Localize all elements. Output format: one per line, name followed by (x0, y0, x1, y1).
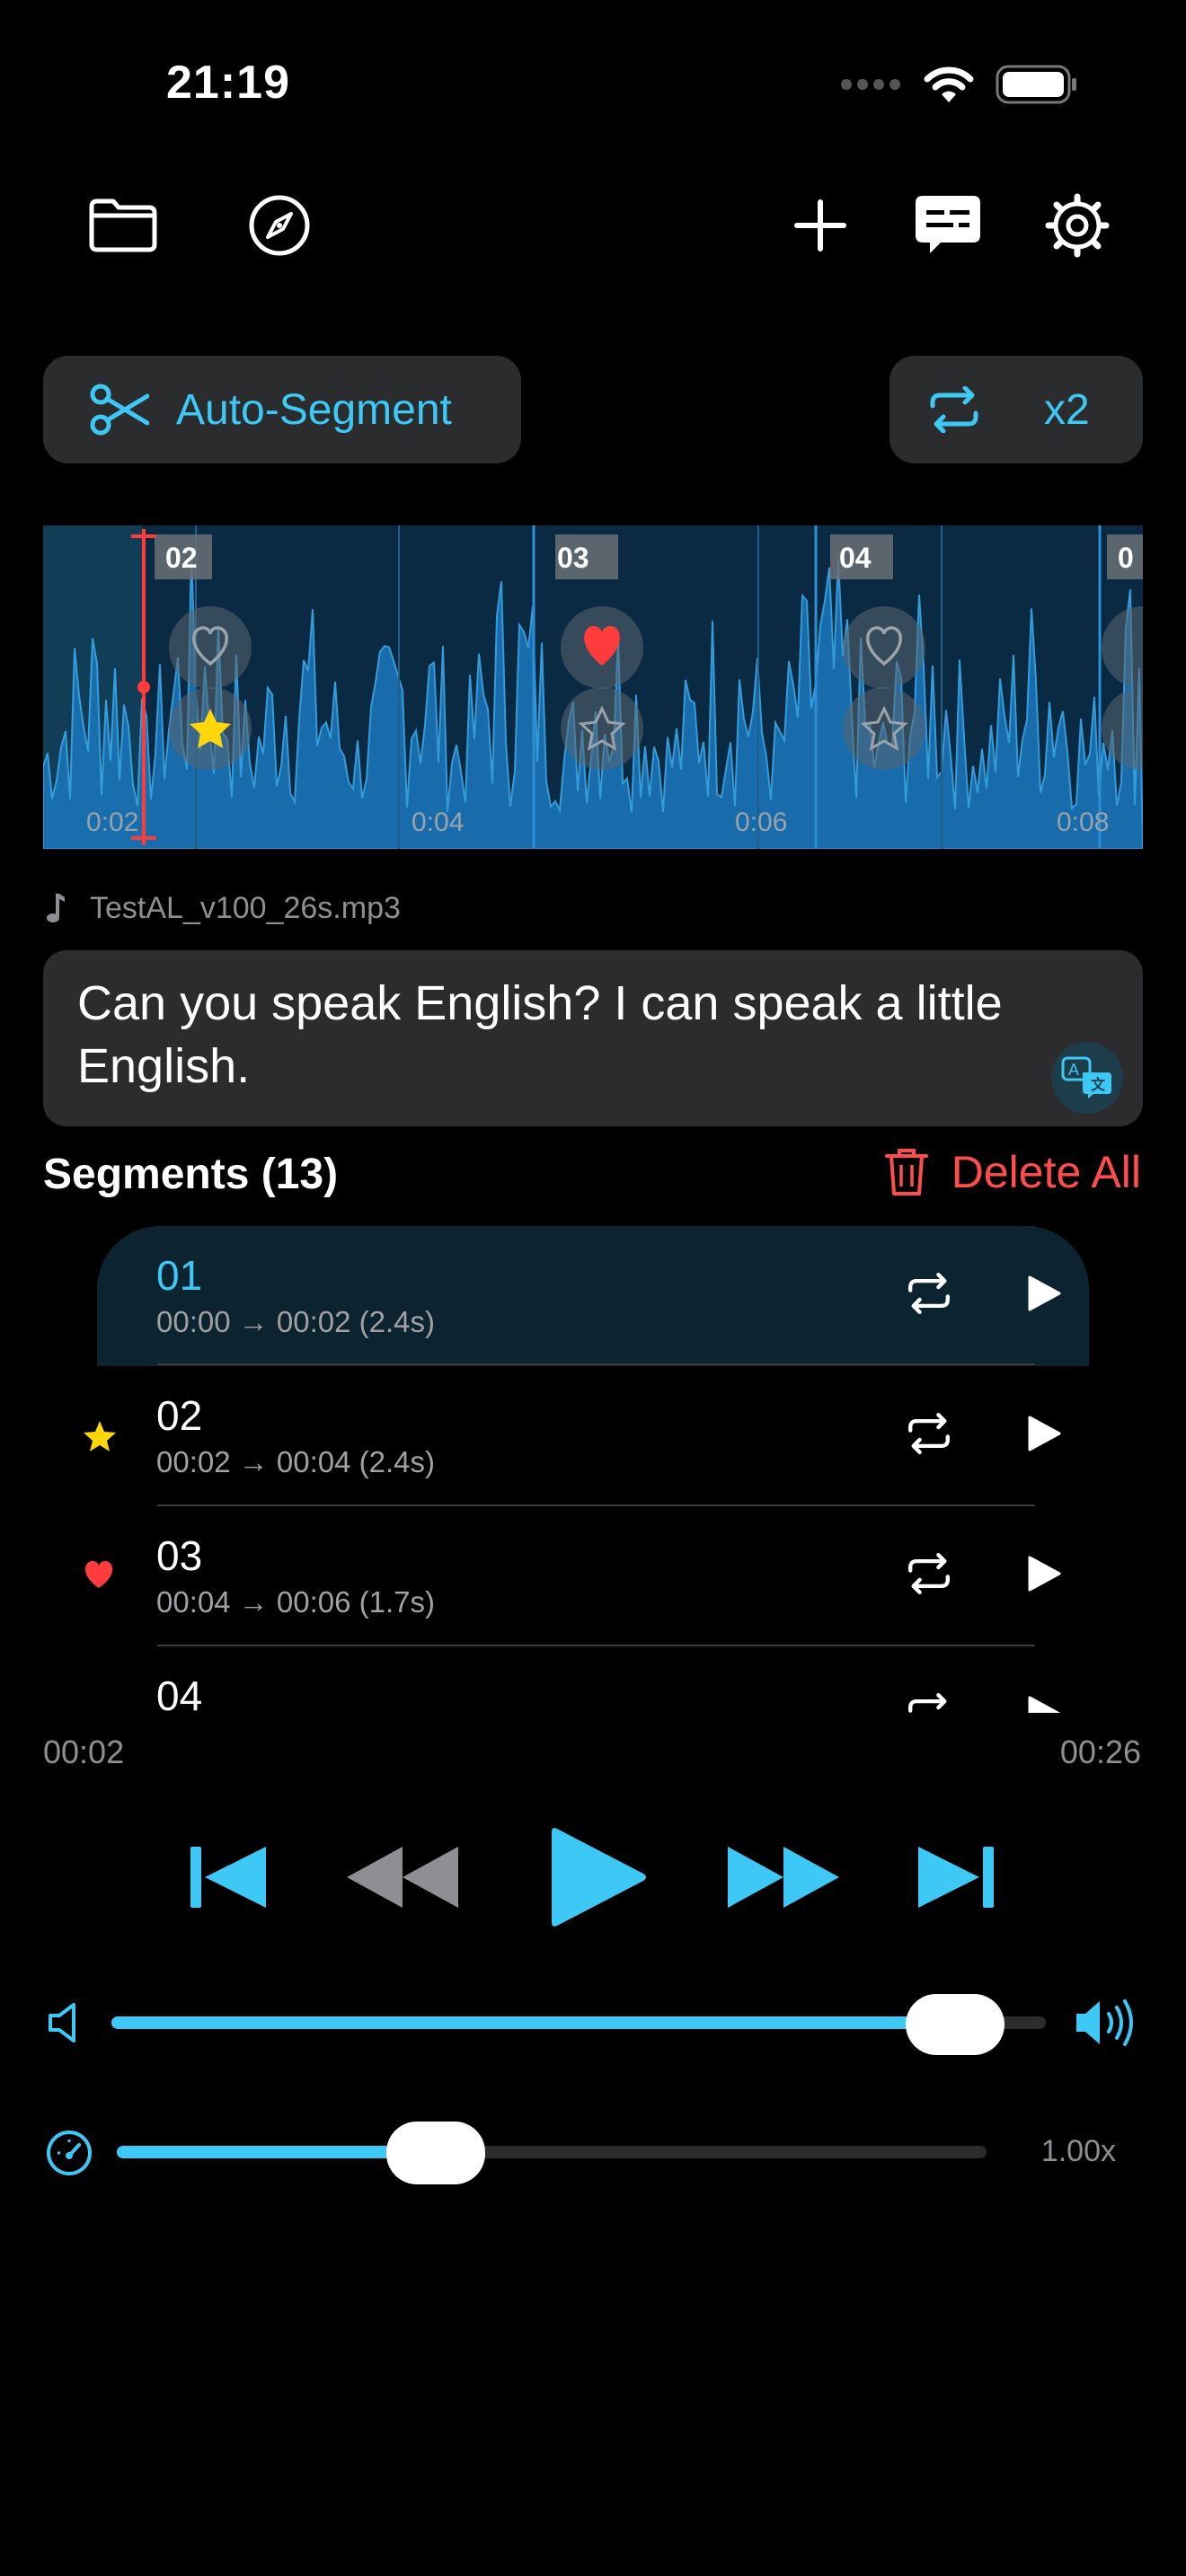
play-button[interactable] (548, 1823, 649, 1931)
heart-toggle-04[interactable] (843, 606, 925, 689)
fast-forward-button[interactable] (724, 1841, 843, 1913)
segment-range: 00:02 → 00:04 (2.4s) (156, 1445, 436, 1478)
cellular-dots-icon (841, 79, 900, 90)
segment-title: 01 (156, 1252, 203, 1299)
star-toggle-03[interactable] (561, 687, 643, 770)
subtitles-icon (916, 196, 980, 253)
translate-button[interactable]: A 文 (1051, 1042, 1123, 1114)
segment-badge-label: 02 (165, 542, 198, 574)
status-time: 21:19 (166, 57, 290, 109)
auto-segment-button[interactable]: Auto-Segment (43, 356, 521, 463)
volume-fill (111, 2016, 955, 2029)
segments-header: Segments (13) (43, 1151, 339, 1198)
loop-segment-icon[interactable] (906, 1413, 952, 1454)
waveform-time-label: 0:06 (735, 807, 787, 837)
segment-range: 00:00 → 00:02 (2.4s) (156, 1305, 436, 1338)
volume-thumb[interactable] (905, 1994, 1005, 2055)
play-segment-icon[interactable] (1026, 1415, 1062, 1452)
settings-button[interactable] (1037, 185, 1118, 266)
segment-row[interactable]: 02 00:02 → 00:04 (2.4s) (84, 1366, 1089, 1506)
volume-low-icon (49, 2003, 75, 2042)
waveform-view[interactable]: 02 03 04 0 0:02 0:04 0:06 0:08 (43, 525, 1143, 849)
rewind-button[interactable] (343, 1841, 462, 1913)
speed-slider[interactable] (117, 2116, 987, 2188)
plus-icon (794, 199, 846, 251)
volume-slider[interactable] (111, 1987, 1046, 2059)
skip-to-start-icon (190, 1847, 266, 1908)
trash-icon (884, 1149, 928, 1195)
star-toggle-02[interactable] (169, 687, 252, 770)
segment-title: 02 (156, 1392, 203, 1439)
file-name: TestAL_v100_26s.mp3 (90, 891, 401, 925)
settings-icon (1045, 193, 1110, 258)
segment-row[interactable]: 03 00:04 → 00:06 (1.7s) (84, 1506, 1089, 1646)
segment-range: 00:04 → 00:06 (1.7s) (156, 1585, 436, 1619)
segment-list[interactable]: 01 00:00 → 00:02 (2.4s) 02 00:02 → 00:04… (0, 1226, 1186, 1713)
skip-to-end-icon (918, 1847, 994, 1908)
auto-segment-label: Auto-Segment (176, 385, 452, 434)
loop-segment-icon[interactable] (906, 1273, 952, 1314)
translate-icon: A 文 (1061, 1056, 1111, 1098)
subtitles-button[interactable] (907, 185, 988, 266)
music-note-icon (47, 894, 65, 922)
heart-toggle-02[interactable] (169, 606, 252, 689)
transcript-box: Can you speak English? I can speak a lit… (43, 950, 1143, 1126)
play-segment-icon[interactable] (1026, 1555, 1062, 1592)
play-icon (552, 1828, 646, 1927)
repeat-count-button[interactable]: x2 (890, 356, 1143, 463)
segment-badge-label: 04 (839, 542, 872, 574)
waveform-graphic: 02 03 04 0 0:02 0:04 0:06 0:08 (43, 525, 1143, 849)
delete-all-button[interactable]: Delete All (884, 1146, 1141, 1198)
folder-button[interactable] (83, 185, 164, 266)
volume-high-icon (1076, 1999, 1133, 2046)
loop-segment-icon[interactable] (906, 1693, 952, 1713)
segment-badge-label: 03 (557, 542, 589, 574)
compass-button[interactable] (239, 185, 320, 266)
delete-all-label: Delete All (951, 1147, 1141, 1197)
segment-title: 03 (156, 1532, 203, 1579)
segment-row[interactable]: 04 (97, 1646, 1089, 1713)
previous-segment-button[interactable] (187, 1841, 270, 1913)
fast-forward-icon (728, 1847, 839, 1908)
heart-toggle-03[interactable] (561, 606, 643, 689)
status-indicators (839, 65, 1078, 104)
svg-text:文: 文 (1091, 1076, 1106, 1093)
speed-thumb[interactable] (386, 2122, 486, 2184)
star-toggle-04[interactable] (843, 687, 925, 770)
rewind-icon (347, 1847, 458, 1908)
segment-row[interactable]: 01 00:00 → 00:02 (2.4s) (97, 1226, 1089, 1366)
svg-text:A: A (1068, 1061, 1079, 1079)
folder-icon (89, 198, 157, 252)
compass-icon (249, 195, 310, 256)
repeat-icon (930, 386, 978, 433)
waveform-time-label: 0:02 (86, 807, 138, 837)
scissors-icon (90, 384, 149, 436)
heart-icon (84, 1561, 113, 1588)
loop-segment-icon[interactable] (906, 1553, 952, 1594)
star-icon (84, 1421, 116, 1451)
waveform-time-label: 0:08 (1057, 807, 1109, 837)
segment-title: 04 (156, 1672, 203, 1713)
battery-icon (996, 65, 1076, 104)
wifi-icon (924, 66, 974, 102)
speed-label: 1.00x (1040, 2134, 1116, 2168)
waveform-time-label: 0:04 (412, 807, 464, 837)
segment-badge-label: 0 (1118, 542, 1134, 574)
play-segment-icon[interactable] (1026, 1275, 1062, 1312)
transcript-text: Can you speak English? I can speak a lit… (77, 976, 1003, 1093)
total-time: 00:26 (1059, 1734, 1141, 1770)
add-button[interactable] (780, 185, 861, 266)
next-segment-button[interactable] (915, 1841, 997, 1913)
repeat-count-label: x2 (1044, 385, 1090, 434)
speedometer-icon (47, 2130, 92, 2175)
play-segment-icon[interactable] (1026, 1695, 1062, 1713)
current-time: 00:02 (43, 1734, 125, 1770)
